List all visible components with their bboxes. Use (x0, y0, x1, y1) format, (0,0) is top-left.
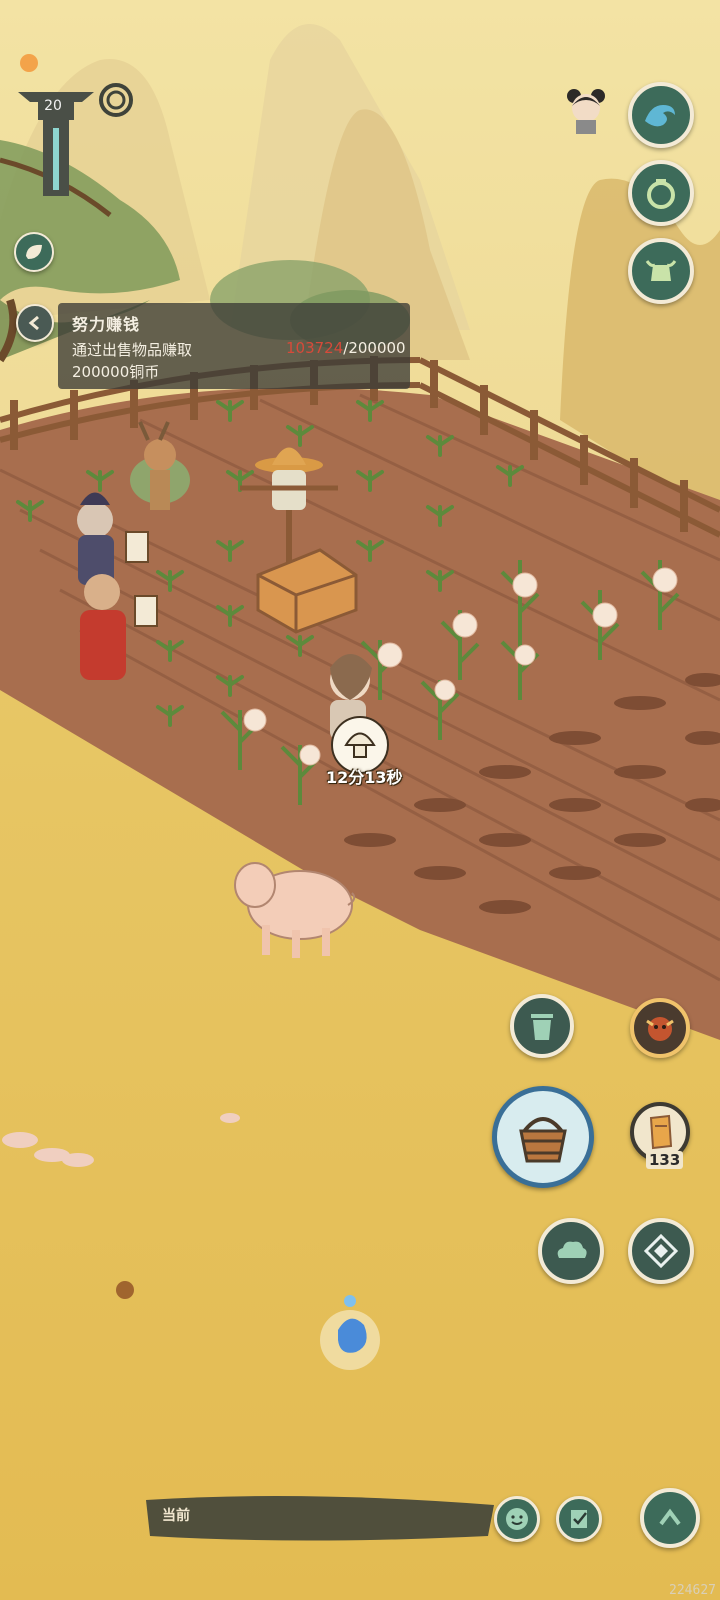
expand-button[interactable] (640, 1488, 700, 1548)
ox-button[interactable] (628, 238, 694, 304)
quest-description-line1: 通过出售物品赚取 (72, 341, 193, 359)
quest-progress: 103724/200000 (286, 339, 406, 357)
quest-panel[interactable]: 努力赚钱 通过出售物品赚取 103724/200000 200000铜币 (58, 303, 410, 389)
chat-bar[interactable]: 当前 (146, 1495, 494, 1535)
cloud-icon (557, 1241, 587, 1258)
wave-button[interactable] (628, 82, 694, 148)
bucket-icon (519, 1117, 567, 1163)
level-number: 20 (44, 98, 62, 114)
quest-progress-current: 103724 (286, 339, 344, 357)
trash-button[interactable] (510, 994, 574, 1058)
monster-head-icon (646, 1017, 674, 1041)
ox-icon (645, 260, 677, 281)
quest-description-line2: 200000铜币 (72, 363, 160, 381)
game-scene (0, 0, 720, 1600)
leaf-button[interactable] (14, 232, 54, 272)
seed-bag-icon (649, 1114, 673, 1150)
swirl-icon[interactable] (98, 82, 134, 118)
trash-icon (531, 1014, 553, 1040)
pouch-icon (647, 179, 675, 209)
crop-timer: 12分13秒 (326, 768, 403, 787)
pouch-button[interactable] (628, 160, 694, 226)
leaf-icon (26, 244, 42, 259)
task-button[interactable] (556, 1496, 602, 1542)
seed-count: 133 (646, 1151, 684, 1169)
bucket-button[interactable] (492, 1086, 594, 1188)
compass-icon (644, 1234, 678, 1268)
wave-icon (645, 105, 675, 127)
quest-collapse-button[interactable] (16, 304, 54, 342)
compass-button[interactable] (628, 1218, 694, 1284)
smile-icon (506, 1508, 528, 1530)
emote-button[interactable] (494, 1496, 540, 1542)
chevron-left-icon (28, 315, 39, 331)
quest-progress-target: /200000 (343, 339, 406, 357)
scroll-check-icon (571, 1510, 587, 1528)
sun-dot-icon (20, 54, 38, 72)
chevron-up-icon (659, 1508, 681, 1526)
user-id: 224627 (669, 1583, 716, 1598)
level-tower[interactable]: 20 (16, 80, 96, 200)
monster-head-button[interactable] (630, 998, 690, 1058)
npc-avatar[interactable] (564, 86, 608, 134)
quest-title: 努力赚钱 (72, 315, 141, 334)
chat-channel-label: 当前 (162, 1508, 190, 1524)
cloud-button[interactable] (538, 1218, 604, 1284)
